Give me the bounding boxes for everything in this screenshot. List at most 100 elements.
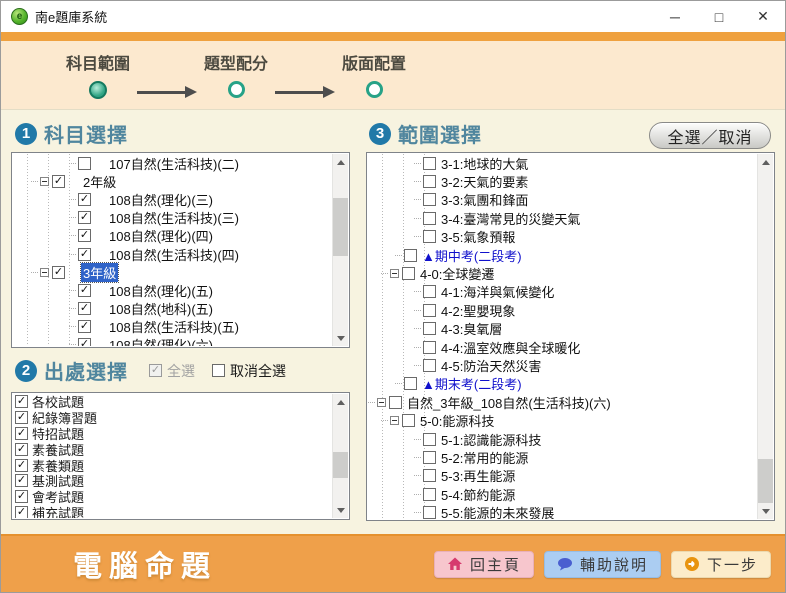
tree-item[interactable]: 108自然(理化)(五) <box>13 281 331 299</box>
checkbox[interactable] <box>423 193 436 206</box>
tree-item[interactable]: 4-1:海洋與氣候變化 <box>368 283 756 301</box>
tree-item-label[interactable]: 5-0:能源科技 <box>418 411 496 430</box>
scrollbar[interactable] <box>332 394 348 518</box>
checkbox[interactable] <box>15 490 28 503</box>
tree-item-label[interactable]: 108自然(地科)(五) <box>107 299 215 318</box>
checkbox[interactable] <box>78 211 91 224</box>
tree-item[interactable]: 3-4:臺灣常見的災變天氣 <box>368 209 756 227</box>
select-toggle-button[interactable]: 全選／取消 <box>649 122 771 149</box>
collapse-icon[interactable] <box>40 268 49 277</box>
tree-item[interactable]: 自然_3年級_108自然(生活科技)(六) <box>368 393 756 411</box>
select-all-control[interactable]: 全選 <box>149 361 195 381</box>
checkbox[interactable] <box>15 506 28 518</box>
checkbox[interactable] <box>423 175 436 188</box>
tree-item-label[interactable]: 4-1:海洋與氣候變化 <box>439 282 556 301</box>
checkbox[interactable] <box>423 304 436 317</box>
tree-item[interactable]: 2年級 <box>13 172 331 190</box>
tree-item-label[interactable]: 4-4:溫室效應與全球暖化 <box>439 338 582 357</box>
tree-item[interactable]: 5-5:能源的未來發展 <box>368 503 756 519</box>
minimize-icon[interactable]: ─ <box>653 1 697 32</box>
collapse-icon[interactable] <box>390 269 399 278</box>
checkbox[interactable] <box>423 322 436 335</box>
tree-item[interactable]: 3年級 <box>13 263 331 281</box>
checkbox[interactable] <box>402 414 415 427</box>
tree-item[interactable]: 3-5:氣象預報 <box>368 228 756 246</box>
checkbox[interactable] <box>404 249 417 262</box>
tree-item[interactable]: 108自然(理化)(六) <box>13 336 331 346</box>
collapse-icon[interactable] <box>377 398 386 407</box>
maximize-icon[interactable]: □ <box>697 1 741 32</box>
checkbox[interactable] <box>78 229 91 242</box>
tree-item[interactable]: 5-2:常用的能源 <box>368 448 756 466</box>
tree-item[interactable]: ▲期末考(二段考) <box>368 375 756 393</box>
tree-item[interactable]: 108自然(地科)(五) <box>13 300 331 318</box>
tree-item-label[interactable]: 5-4:節約能源 <box>439 485 517 504</box>
checkbox[interactable] <box>15 443 28 456</box>
tree-item[interactable]: 4-5:防治天然災害 <box>368 356 756 374</box>
scroll-down-icon[interactable] <box>333 330 348 346</box>
tree-item[interactable]: 5-4:節約能源 <box>368 485 756 503</box>
checkbox[interactable] <box>423 506 436 519</box>
tree-item-label[interactable]: 4-5:防治天然災害 <box>439 356 543 375</box>
help-button[interactable]: 輔助說明 <box>544 551 661 578</box>
checkbox[interactable] <box>423 488 436 501</box>
checkbox[interactable] <box>15 459 28 472</box>
checkbox[interactable] <box>423 157 436 170</box>
tree-item-label[interactable]: 5-3:再生能源 <box>439 466 517 485</box>
checkbox[interactable] <box>15 427 28 440</box>
tree-item[interactable]: 3-2:天氣的要素 <box>368 172 756 190</box>
checkbox[interactable] <box>423 469 436 482</box>
checkbox[interactable] <box>52 175 65 188</box>
tree-item-label[interactable]: 108自然(理化)(五) <box>107 281 215 300</box>
checkbox[interactable] <box>52 266 65 279</box>
checkbox[interactable] <box>423 285 436 298</box>
tree-item-label[interactable]: 107自然(生活科技)(二) <box>107 154 241 173</box>
checkbox[interactable] <box>78 248 91 261</box>
collapse-icon[interactable] <box>40 177 49 186</box>
tree-item-label[interactable]: 3-2:天氣的要素 <box>439 172 530 191</box>
checkbox[interactable] <box>15 395 28 408</box>
checkbox[interactable] <box>78 338 91 346</box>
tree-item-label[interactable]: 3-1:地球的大氣 <box>439 154 530 173</box>
tree-item-label[interactable]: 2年級 <box>81 172 118 191</box>
tree-item-label[interactable]: ▲期中考(二段考) <box>420 246 524 265</box>
tree-item-label[interactable]: 自然_3年級_108自然(生活科技)(六) <box>405 393 613 412</box>
tree-item[interactable]: 4-0:全球變遷 <box>368 264 756 282</box>
tree-item[interactable]: ▲期中考(二段考) <box>368 246 756 264</box>
checkbox[interactable] <box>423 230 436 243</box>
checkbox[interactable] <box>389 396 402 409</box>
checkbox[interactable] <box>402 267 415 280</box>
scroll-thumb[interactable] <box>333 452 348 478</box>
tree-item-label[interactable]: 4-3:臭氧層 <box>439 319 504 338</box>
tree-item-label[interactable]: 3-4:臺灣常見的災變天氣 <box>439 209 582 228</box>
select-all-checkbox[interactable] <box>149 364 162 377</box>
checkbox[interactable] <box>78 157 91 170</box>
checkbox[interactable] <box>404 377 417 390</box>
next-button[interactable]: 下一步 <box>671 551 771 578</box>
tree-item[interactable]: 4-4:溫室效應與全球暖化 <box>368 338 756 356</box>
tree-item[interactable]: 4-3:臭氧層 <box>368 320 756 338</box>
checkbox[interactable] <box>15 411 28 424</box>
tree-item-label[interactable]: 5-1:認識能源科技 <box>439 430 543 449</box>
list-item[interactable]: 補充試題 <box>13 505 331 518</box>
checkbox[interactable] <box>78 193 91 206</box>
scroll-thumb[interactable] <box>758 459 773 503</box>
collapse-icon[interactable] <box>390 416 399 425</box>
checkbox[interactable] <box>423 359 436 372</box>
checkbox[interactable] <box>15 474 28 487</box>
tree-item-label[interactable]: 5-5:能源的未來發展 <box>439 503 556 519</box>
tree-item-label[interactable]: 108自然(生活科技)(三) <box>107 208 241 227</box>
tree-item[interactable]: 5-0:能源科技 <box>368 411 756 429</box>
tree-item-label[interactable]: 4-0:全球變遷 <box>418 264 496 283</box>
deselect-all-checkbox[interactable] <box>212 364 225 377</box>
tree-item[interactable]: 108自然(生活科技)(三) <box>13 209 331 227</box>
tree-item-label[interactable]: 108自然(理化)(三) <box>107 190 215 209</box>
checkbox[interactable] <box>423 212 436 225</box>
scrollbar[interactable] <box>757 154 773 519</box>
tree-item[interactable]: 4-2:聖嬰現象 <box>368 301 756 319</box>
home-button[interactable]: 回主頁 <box>434 551 534 578</box>
tree-item-label[interactable]: 3-3:氣團和鋒面 <box>439 190 530 209</box>
tree-item[interactable]: 107自然(生活科技)(二) <box>13 154 331 172</box>
tree-item-label[interactable]: 4-2:聖嬰現象 <box>439 301 517 320</box>
tree-item[interactable]: 108自然(理化)(三) <box>13 190 331 208</box>
